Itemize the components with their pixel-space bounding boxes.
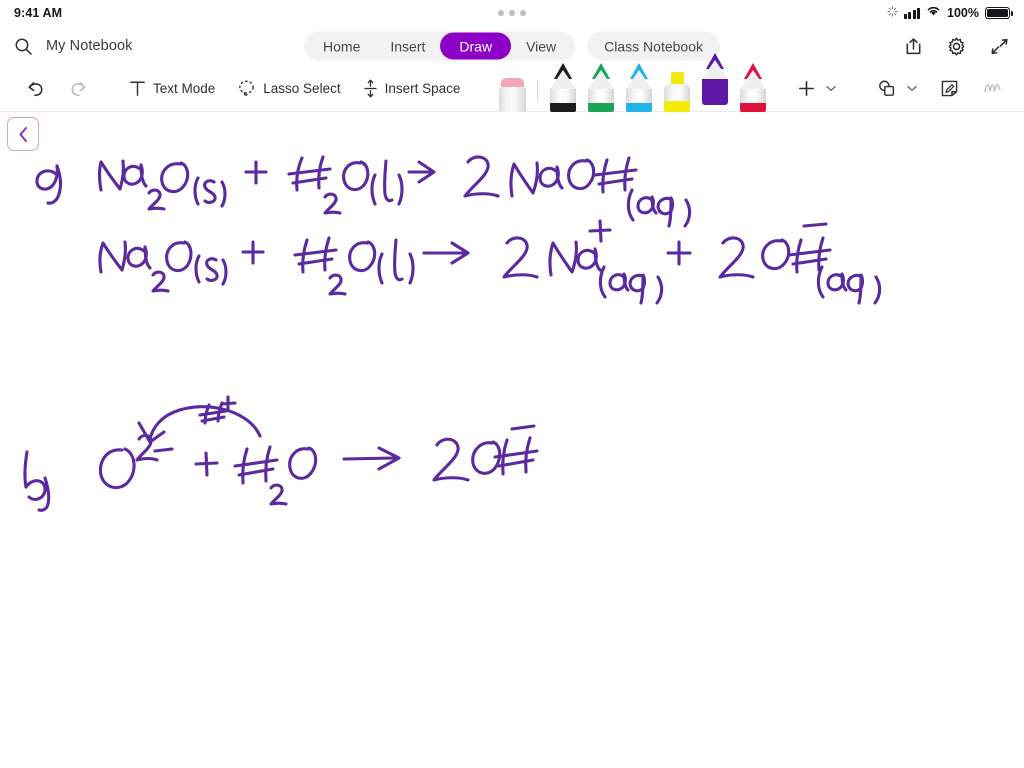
insert-space-label: Insert Space <box>384 81 461 96</box>
drag-dot <box>498 10 504 16</box>
tab-view[interactable]: View <box>511 34 571 59</box>
tool-eraser[interactable] <box>493 66 531 112</box>
pen-cyan[interactable] <box>620 62 658 112</box>
undo-button[interactable] <box>14 72 57 106</box>
ink-note-button[interactable] <box>928 72 971 106</box>
tab-insert[interactable]: Insert <box>375 34 440 59</box>
gear-icon[interactable] <box>946 36 967 57</box>
status-bar: 9:41 AM 100% <box>0 0 1024 26</box>
pen-tray <box>493 52 772 112</box>
window-drag-handle[interactable] <box>498 10 526 16</box>
chevron-down-icon <box>826 85 837 92</box>
pen-green[interactable] <box>582 62 620 112</box>
drag-dot <box>520 10 526 16</box>
ink-line-2 <box>98 219 882 305</box>
add-pen-button[interactable] <box>786 72 847 106</box>
search-icon[interactable] <box>14 37 33 56</box>
highlighter-yellow[interactable] <box>658 66 696 112</box>
ink-line-1 <box>97 155 692 228</box>
tab-class-notebook[interactable]: Class Notebook <box>587 31 720 61</box>
lasso-select-label: Lasso Select <box>263 81 341 96</box>
note-canvas[interactable] <box>0 112 1024 768</box>
share-icon[interactable] <box>903 36 924 57</box>
cellular-signal-icon <box>903 7 921 19</box>
notebook-title[interactable]: My Notebook <box>46 38 133 54</box>
shapes-button[interactable] <box>865 72 928 106</box>
text-mode-label: Text Mode <box>153 81 216 96</box>
pen-purple[interactable] <box>696 52 734 112</box>
ink-to-shape-button[interactable] <box>971 72 1014 106</box>
tab-home[interactable]: Home <box>308 34 375 59</box>
ink-annotation-h-plus <box>198 395 237 425</box>
battery-icon <box>985 7 1013 19</box>
ink-label-a <box>35 164 63 205</box>
nav-bar: My Notebook Home Insert Draw View Class … <box>0 26 1024 66</box>
pen-black[interactable] <box>544 62 582 112</box>
ink-line-b <box>98 424 539 506</box>
collapse-icon[interactable] <box>989 36 1010 57</box>
status-indicators: 100% <box>886 4 1013 22</box>
tab-draw[interactable]: Draw <box>440 32 512 60</box>
ribbon-tabs: Home Insert Draw View Class Notebook <box>304 31 720 61</box>
wifi-icon <box>926 4 941 22</box>
redo-button[interactable] <box>57 72 100 106</box>
insert-space-button[interactable]: Insert Space <box>352 72 472 106</box>
chevron-down-icon <box>907 85 918 92</box>
toolbar-divider <box>537 79 539 102</box>
ink-strokes <box>23 155 882 512</box>
pen-red[interactable] <box>734 62 772 112</box>
back-button[interactable] <box>7 117 39 151</box>
ink-label-b <box>23 450 51 512</box>
lasso-select-button[interactable]: Lasso Select <box>226 72 351 106</box>
draw-toolbar: Text Mode Lasso Select Insert Space <box>0 52 1024 112</box>
text-mode-button[interactable]: Text Mode <box>118 72 226 106</box>
tab-group: Home Insert Draw View <box>304 31 576 61</box>
status-time: 9:41 AM <box>14 6 63 20</box>
back-chevron-icon <box>19 126 27 142</box>
battery-percent: 100% <box>947 6 979 20</box>
drag-dot <box>509 10 515 16</box>
ink-curved-arrow-annotation <box>137 405 262 444</box>
location-icon <box>886 4 898 22</box>
